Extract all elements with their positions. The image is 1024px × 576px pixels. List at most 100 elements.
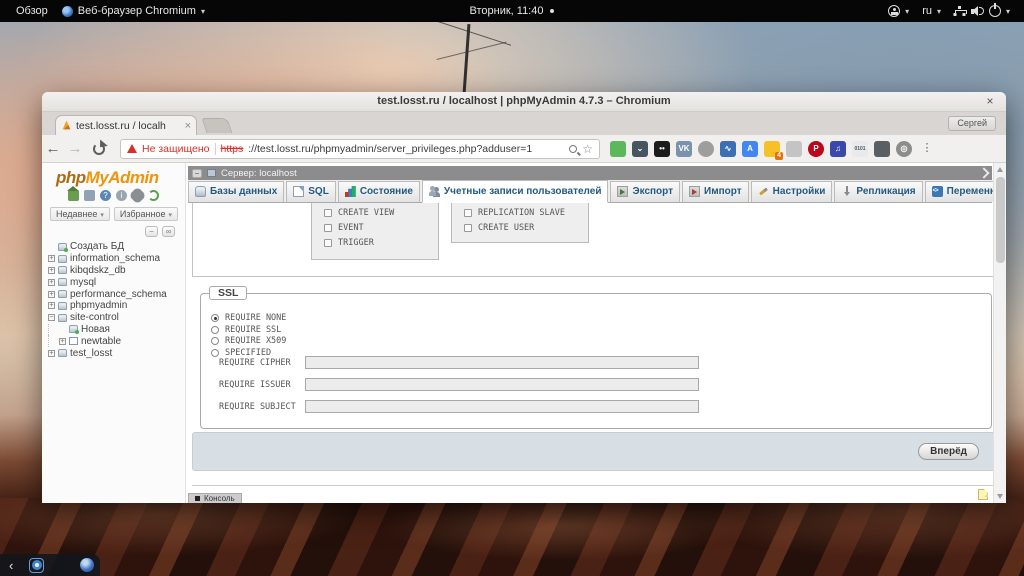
expander-icon[interactable]: + — [59, 337, 66, 345]
new-tab-button[interactable] — [201, 118, 233, 133]
privilege-checkbox-row[interactable]: CREATE VIEW — [324, 208, 438, 218]
note-icon[interactable] — [978, 489, 988, 500]
extension-icon-translate[interactable]: A — [742, 140, 758, 157]
info-icon[interactable]: i — [116, 190, 127, 201]
tab-user-accounts[interactable]: Учетные записи пользователей — [421, 180, 609, 203]
privilege-checkbox-row[interactable]: CREATE USER — [464, 223, 588, 233]
ssl-option-require-x509[interactable]: REQUIRE X509 — [211, 336, 991, 346]
page-scrollbar[interactable] — [993, 163, 1006, 503]
extension-icon-dark[interactable]: •• — [654, 140, 670, 157]
extension-icon-adblock[interactable] — [610, 140, 626, 157]
radio-button[interactable] — [211, 325, 219, 334]
tab-settings[interactable]: Настройки — [750, 181, 833, 202]
ssl-option-require-none[interactable]: REQUIRE NONE — [211, 313, 991, 323]
tree-item-test-losst[interactable]: + test_losst — [48, 347, 185, 359]
tree-item-site-control[interactable]: − site-control — [48, 312, 185, 324]
profile-button[interactable]: Сергей — [948, 116, 996, 131]
security-warning-label[interactable]: Не защищено — [142, 143, 210, 155]
tab-close-button[interactable]: × — [185, 120, 191, 132]
zoom-icon[interactable] — [569, 144, 578, 153]
reload-button[interactable] — [93, 142, 105, 155]
radio-button[interactable] — [211, 314, 219, 322]
settings-gear-icon[interactable] — [132, 190, 143, 201]
extension-icon-binary[interactable]: 0101 — [852, 140, 868, 157]
system-menu[interactable]: ▾ — [954, 3, 1010, 17]
address-bar[interactable]: Не защищено https ://test.losst.ru/phpmy… — [120, 138, 600, 159]
activities-button[interactable]: Обзор — [16, 5, 48, 17]
radio-button[interactable] — [211, 348, 219, 357]
accessibility-menu[interactable]: ▾ — [888, 5, 909, 17]
tree-item-new-table[interactable]: Новая — [48, 323, 185, 336]
expander-icon[interactable]: + — [48, 302, 55, 310]
url-text[interactable]: ://test.losst.ru/phpmyadmin/server_privi… — [248, 143, 564, 155]
help-icon[interactable]: ? — [100, 190, 111, 201]
expander-icon[interactable]: + — [48, 266, 55, 274]
link-button[interactable]: ∞ — [162, 226, 175, 237]
require-issuer-input[interactable] — [305, 378, 699, 391]
tab-databases[interactable]: Базы данных — [188, 181, 285, 202]
extension-icon-lightbulb[interactable]: 4 — [764, 140, 783, 160]
privilege-checkbox-row[interactable]: REPLICATION SLAVE — [464, 208, 588, 218]
expander-icon[interactable]: + — [48, 349, 55, 357]
dock-app-icon[interactable] — [80, 558, 94, 572]
privilege-checkbox-row[interactable]: TRIGGER — [324, 238, 438, 248]
tree-item-phpmyadmin[interactable]: + phpmyadmin — [48, 300, 185, 312]
window-titlebar[interactable]: test.losst.ru / localhost | phpMyAdmin 4… — [42, 92, 1006, 112]
scrollbar-thumb[interactable] — [995, 177, 1005, 263]
forward-button[interactable]: → — [64, 140, 86, 157]
tree-item-performance-schema[interactable]: + performance_schema — [48, 288, 185, 300]
tab-sql[interactable]: SQL — [286, 181, 336, 202]
expander-icon[interactable]: + — [48, 278, 55, 286]
tab-replication[interactable]: Репликация — [834, 181, 923, 202]
browser-tab[interactable]: test.losst.ru / localh × — [55, 115, 197, 135]
bookmark-star-icon[interactable]: ☆ — [582, 142, 593, 156]
tab-export[interactable]: Экспорт — [610, 181, 681, 202]
radio-button[interactable] — [211, 337, 219, 345]
checkbox[interactable] — [464, 224, 472, 232]
scroll-up-arrow[interactable] — [997, 167, 1003, 172]
logout-icon[interactable] — [84, 190, 95, 201]
extension-icon-gear[interactable] — [698, 140, 714, 157]
tab-import[interactable]: Импорт — [682, 181, 749, 202]
tree-item-mysql[interactable]: + mysql — [48, 276, 185, 288]
recent-dropdown[interactable]: Недавнее — [50, 207, 110, 221]
tree-item-new-database[interactable]: Создать БД — [48, 241, 185, 253]
require-subject-input[interactable] — [305, 400, 699, 413]
keyboard-layout-menu[interactable]: ru ▾ — [922, 5, 941, 17]
collapse-all-button[interactable]: − — [145, 226, 158, 237]
tree-item-information-schema[interactable]: + information_schema — [48, 253, 185, 265]
console-toggle[interactable]: Консоль — [188, 493, 242, 503]
extension-icon-mascot[interactable] — [874, 140, 890, 157]
require-cipher-input[interactable] — [305, 356, 699, 369]
scroll-down-arrow[interactable] — [997, 494, 1003, 499]
extension-icon-chart[interactable]: ∿ — [720, 140, 736, 157]
expander-icon[interactable]: + — [48, 255, 55, 263]
checkbox[interactable] — [324, 239, 332, 247]
expander-icon[interactable]: − — [48, 314, 55, 322]
extension-icon-pocket[interactable]: ⌄ — [632, 140, 648, 157]
checkbox[interactable] — [324, 209, 332, 217]
go-button[interactable]: Вперёд — [918, 443, 979, 460]
home-icon[interactable] — [67, 186, 79, 201]
app-menu[interactable]: Веб-браузер Chromium ▾ — [61, 5, 205, 17]
checkbox[interactable] — [324, 224, 332, 232]
tree-item-kibqdskz-db[interactable]: + kibqdskz_db — [48, 265, 185, 277]
extension-icon-sync[interactable] — [786, 140, 802, 157]
extension-icon-camera[interactable]: ◎ — [896, 140, 912, 157]
extension-icon-media[interactable]: ♫ — [830, 140, 846, 157]
expander-icon[interactable]: + — [48, 290, 55, 298]
extension-icon-vk[interactable]: VK — [676, 140, 692, 157]
tree-item-newtable[interactable]: + newtable — [48, 335, 185, 348]
extension-icon-pinterest[interactable]: P — [808, 140, 824, 157]
expand-icon[interactable] — [978, 167, 990, 179]
refresh-icon[interactable] — [148, 190, 159, 201]
window-close-button[interactable]: × — [982, 94, 998, 108]
back-button[interactable]: ← — [42, 140, 64, 157]
privilege-checkbox-row[interactable]: EVENT — [324, 223, 438, 233]
ssl-option-require-ssl[interactable]: REQUIRE SSL — [211, 325, 991, 335]
breadcrumb-label[interactable]: Сервер: localhost — [221, 168, 297, 179]
favorites-dropdown[interactable]: Избранное — [113, 207, 178, 221]
browser-menu-button[interactable]: ⋮ — [920, 143, 934, 154]
dock-chromium-icon[interactable] — [29, 557, 45, 573]
tab-status[interactable]: Состояние — [337, 181, 420, 202]
